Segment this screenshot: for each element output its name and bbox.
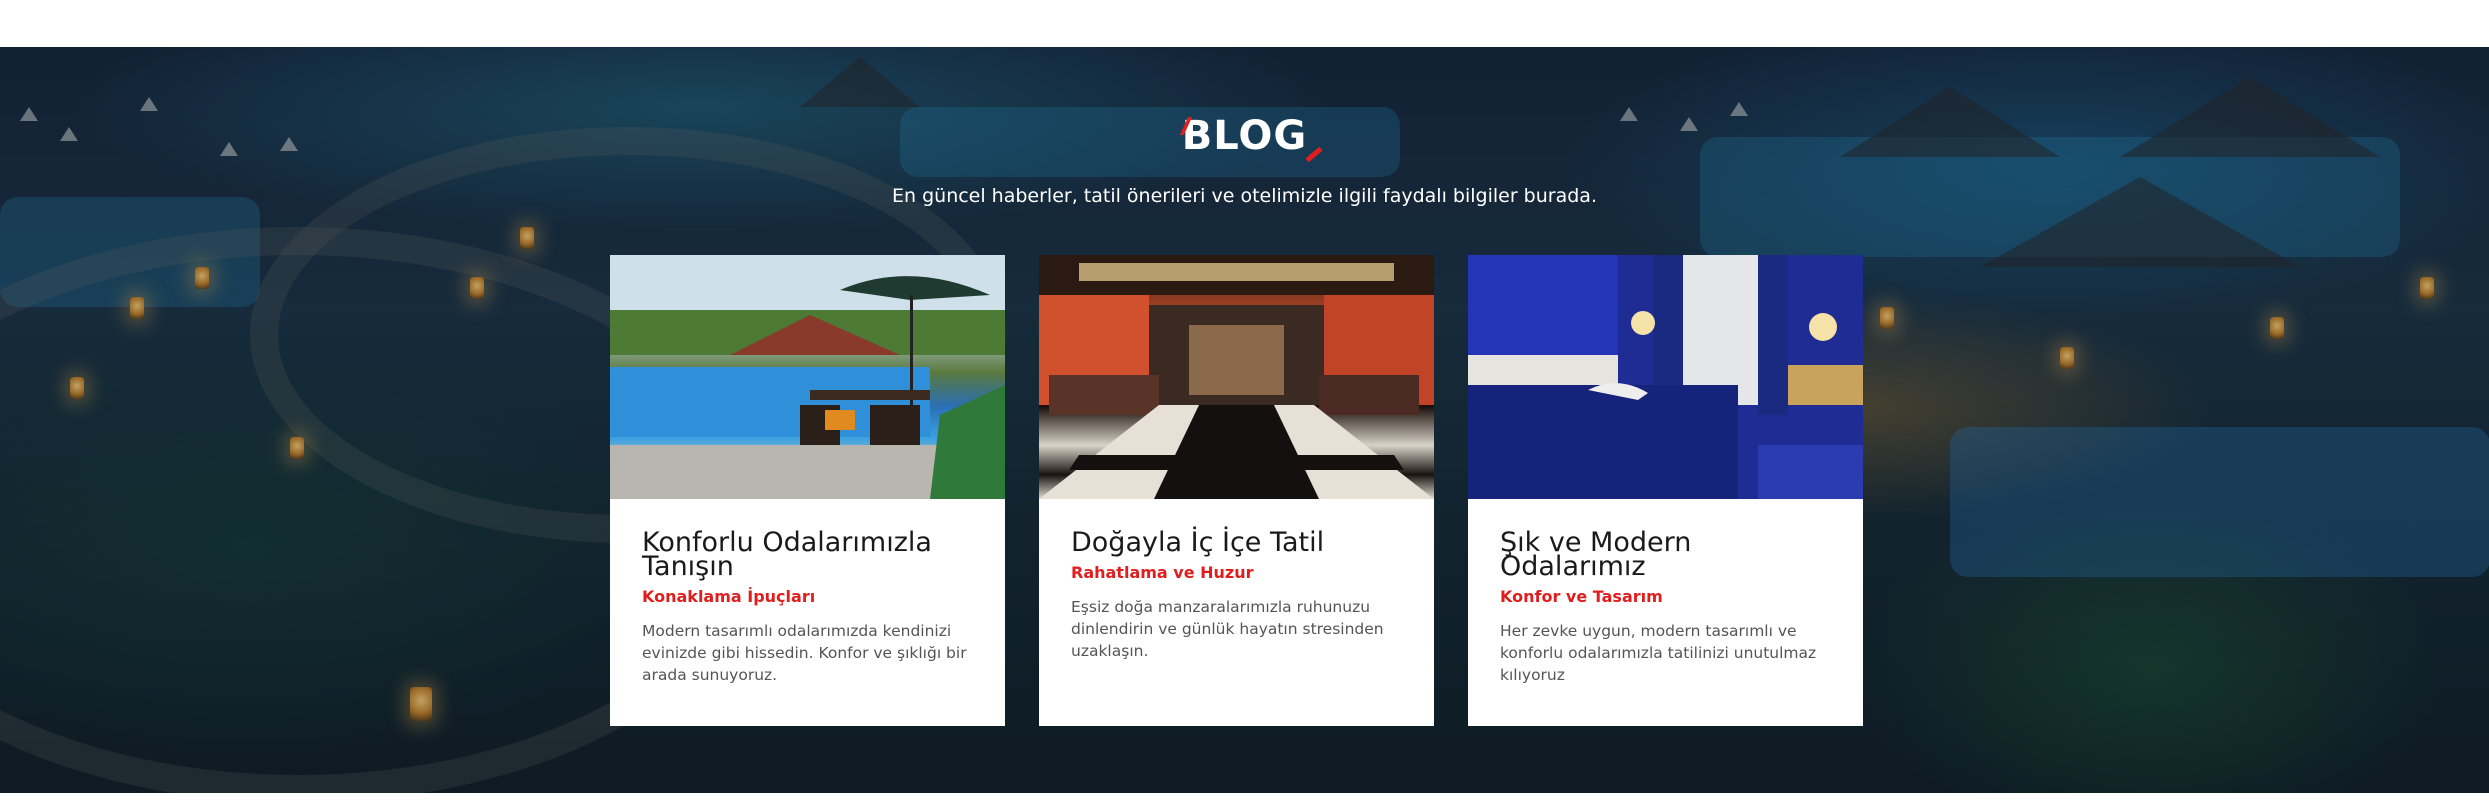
blog-card[interactable]: Konforlu Odalarımızla Tanışın Konaklama … bbox=[610, 255, 1005, 726]
blue-bedroom-photo[interactable] bbox=[1468, 255, 1863, 499]
card-body: Şık ve Modern Odalarımız Konfor ve Tasar… bbox=[1468, 499, 1863, 722]
card-category[interactable]: Konaklama İpuçları bbox=[642, 587, 973, 606]
blog-subtitle: En güncel haberler, tatil önerileri ve o… bbox=[892, 185, 1597, 207]
card-excerpt: Her zevke uygun, modern tasarımlı ve kon… bbox=[1500, 622, 1817, 684]
pool-terrace-photo[interactable] bbox=[610, 255, 1005, 499]
card-category[interactable]: Konfor ve Tasarım bbox=[1500, 587, 1831, 606]
hotel-lobby-illustration bbox=[1039, 255, 1434, 499]
card-body: Doğayla İç İçe Tatil Rahatlama ve Huzur … bbox=[1039, 499, 1434, 698]
card-body: Konforlu Odalarımızla Tanışın Konaklama … bbox=[610, 499, 1005, 722]
card-excerpt: Modern tasarımlı odalarımızda kendinizi … bbox=[642, 622, 967, 684]
card-title[interactable]: Doğayla İç İçe Tatil bbox=[1071, 529, 1402, 556]
page: BLOG En güncel haberler, tatil önerileri… bbox=[0, 0, 2489, 802]
blue-bedroom-illustration bbox=[1468, 255, 1863, 499]
blog-heading: BLOG bbox=[0, 113, 2489, 163]
card-title[interactable]: Konforlu Odalarımızla Tanışın bbox=[642, 529, 973, 580]
blog-title: BLOG bbox=[1179, 113, 1323, 163]
card-excerpt: Eşsiz doğa manzaralarımızla ruhunuzu din… bbox=[1071, 598, 1384, 660]
card-title[interactable]: Şık ve Modern Odalarımız bbox=[1500, 529, 1831, 580]
blog-title-text: BLOG bbox=[1181, 113, 1308, 159]
card-category[interactable]: Rahatlama ve Huzur bbox=[1071, 563, 1402, 582]
blog-card[interactable]: Doğayla İç İçe Tatil Rahatlama ve Huzur … bbox=[1039, 255, 1434, 726]
blog-section: BLOG En güncel haberler, tatil önerileri… bbox=[0, 47, 2489, 793]
blog-card[interactable]: Şık ve Modern Odalarımız Konfor ve Tasar… bbox=[1468, 255, 1863, 726]
hotel-lobby-photo[interactable] bbox=[1039, 255, 1434, 499]
pool-terrace-illustration bbox=[610, 255, 1005, 499]
